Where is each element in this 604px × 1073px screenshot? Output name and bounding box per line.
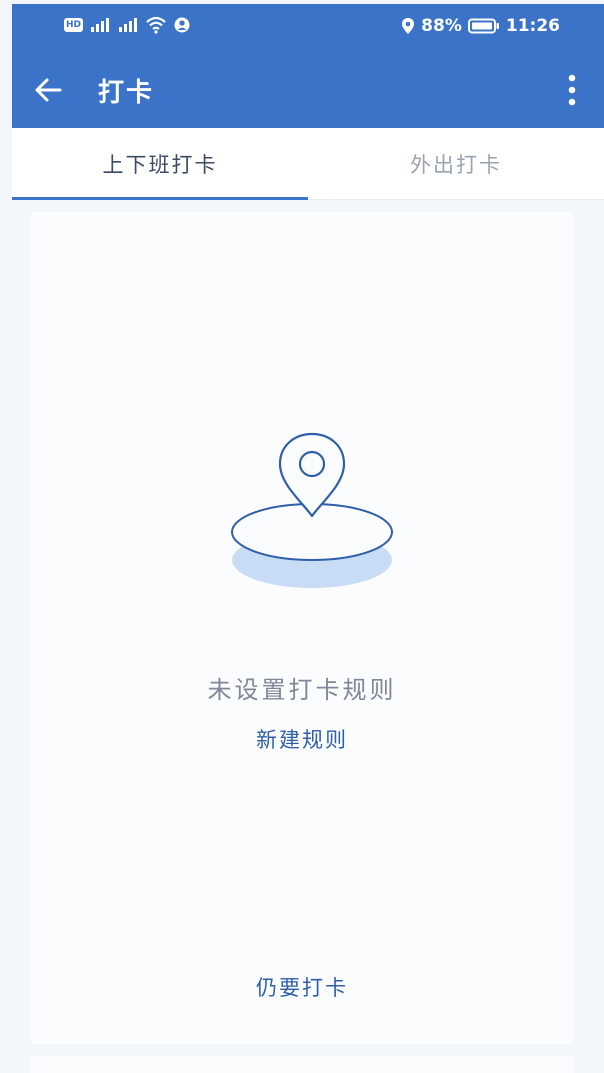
status-bar-left: HD [64,16,191,34]
hotspot-icon [174,17,190,33]
arrow-left-icon [35,78,62,102]
empty-state-card: 未设置打卡规则 新建规则 仍要打卡 [30,212,574,1044]
new-rule-link[interactable]: 新建规则 [30,724,574,754]
signal-icon [91,18,110,32]
status-bar: HD 88% 11:26 [12,4,604,52]
app-bar: 打卡 [12,52,604,128]
location-pin-icon [231,432,393,588]
back-button[interactable] [26,68,70,112]
more-options-button[interactable] [554,68,590,112]
header: HD 88% 11:26 打卡 [12,4,604,128]
page-title: 打卡 [98,78,155,108]
hd-icon: HD [64,18,84,32]
tab-commute-clock-in[interactable]: 上下班打卡 [12,128,308,200]
status-time: 11:26 [505,16,560,36]
empty-state-message: 未设置打卡规则 [207,676,397,704]
app-screen: HD 88% 11:26 打卡 上下班打卡 外出打卡 未设置打卡规则 新建规则 … [0,0,604,1073]
tab-bar: 上下班打卡 外出打卡 [12,128,604,200]
next-card-edge [30,1056,574,1073]
battery-percent: 88% [421,16,462,36]
location-icon [402,18,415,34]
signal-icon [119,18,138,32]
status-bar-right: 88% 11:26 [401,16,560,36]
battery-icon [467,18,499,34]
still-clock-in-link[interactable]: 仍要打卡 [30,972,574,1002]
more-vertical-icon [568,74,576,106]
tab-outing-clock-in[interactable]: 外出打卡 [308,128,604,199]
wifi-icon [146,16,166,34]
